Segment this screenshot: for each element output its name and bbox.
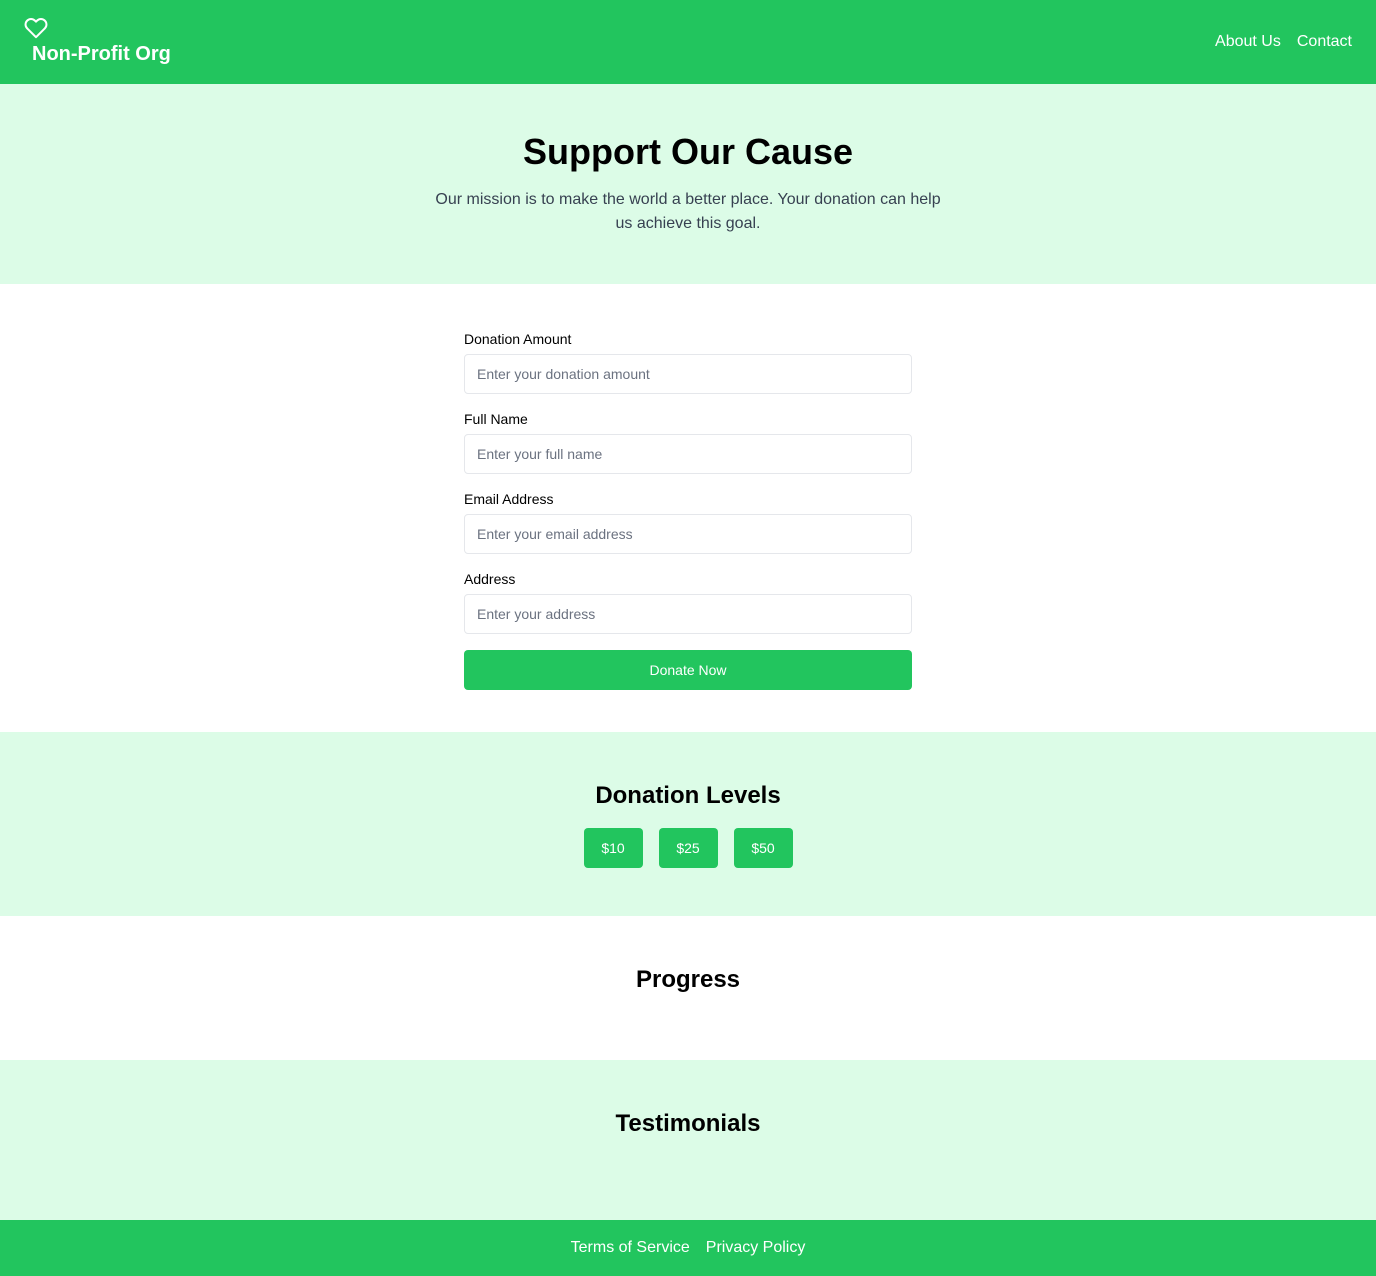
nav-link-about-us[interactable]: About Us [1215, 31, 1281, 53]
donation-levels-section: Donation Levels $10 $25 $50 [0, 732, 1376, 916]
main-nav: About Us Contact [1215, 31, 1352, 53]
donation-level-25-button[interactable]: $25 [658, 828, 718, 868]
address-label: Address [464, 571, 516, 587]
site-footer: Terms of Service Privacy Policy [0, 1220, 1376, 1276]
donation-amount-field: Donation Amount [464, 330, 912, 394]
donation-levels-title: Donation Levels [595, 782, 781, 809]
full-name-label: Full Name [464, 411, 528, 427]
full-name-field: Full Name [464, 410, 912, 474]
email-address-label: Email Address [464, 491, 554, 507]
testimonials-section: Testimonials [0, 1060, 1376, 1220]
testimonials-title: Testimonials [615, 1110, 761, 1137]
address-field: Address [464, 570, 912, 634]
nav-link-contact[interactable]: Contact [1297, 31, 1352, 53]
footer-link-privacy-policy[interactable]: Privacy Policy [706, 1237, 806, 1259]
footer-link-terms-of-service[interactable]: Terms of Service [571, 1237, 690, 1259]
full-name-input[interactable] [464, 434, 912, 474]
donation-amount-label: Donation Amount [464, 331, 572, 347]
donation-level-options: $10 $25 $50 [0, 828, 1376, 868]
site-header: Non-Profit Org About Us Contact [0, 0, 1376, 84]
progress-section: Progress [0, 916, 1376, 1060]
donation-level-50-button[interactable]: $50 [733, 828, 793, 868]
hero-description: Our mission is to make the world a bette… [435, 191, 941, 232]
donation-amount-input[interactable] [464, 354, 912, 394]
donation-form: Donation Amount Full Name Email Address … [464, 330, 912, 690]
heart-icon [24, 18, 48, 39]
donation-level-10-button[interactable]: $10 [583, 828, 643, 868]
donate-now-button[interactable]: Donate Now [464, 650, 912, 690]
email-address-field: Email Address [464, 490, 912, 554]
donation-form-section: Donation Amount Full Name Email Address … [0, 284, 1376, 732]
address-input[interactable] [464, 594, 912, 634]
hero-title: Support Our Cause [522, 131, 854, 172]
org-name: Non-Profit Org [32, 43, 171, 65]
hero-section: Support Our Cause Our mission is to make… [0, 84, 1376, 284]
progress-title: Progress [635, 966, 741, 993]
email-address-input[interactable] [464, 514, 912, 554]
